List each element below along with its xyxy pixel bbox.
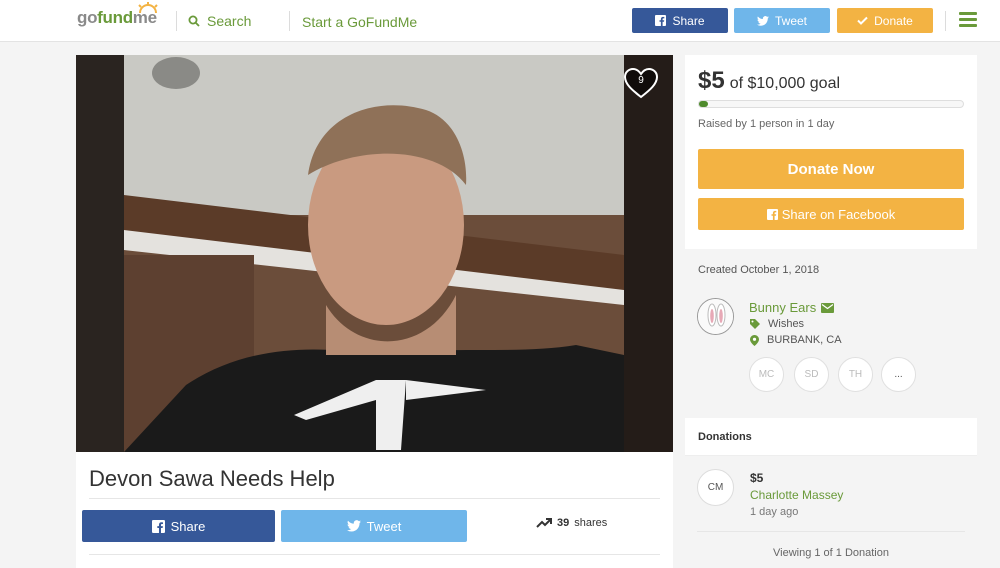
facebook-icon	[655, 15, 667, 26]
location-label: BURBANK, CA	[767, 334, 842, 346]
facebook-icon	[766, 208, 778, 220]
donations-title: Donations	[698, 431, 752, 443]
divider	[697, 531, 965, 532]
start-gofundme-link[interactable]: Start a GoFundMe	[302, 14, 417, 30]
share-on-facebook-button[interactable]: Share on Facebook	[698, 198, 964, 230]
divider	[89, 498, 660, 499]
top-nav: gofundme Search Start a GoFundMe Share T…	[0, 0, 1000, 42]
donor-avatar: CM	[697, 469, 734, 506]
donation-amount: $5	[750, 471, 764, 485]
campaign-photo	[76, 55, 673, 452]
search-icon	[188, 15, 200, 27]
progress-fill	[699, 101, 709, 107]
organizer-location: BURBANK, CA	[750, 334, 842, 346]
envelope-icon[interactable]	[821, 302, 835, 313]
campaign-photo-illustration	[76, 55, 673, 452]
sun-logo-icon	[138, 2, 158, 14]
twitter-icon	[346, 520, 361, 532]
nav-separator	[945, 11, 946, 31]
gofundme-logo[interactable]: gofundme	[77, 2, 158, 28]
donation-time: 1 day ago	[750, 506, 799, 518]
donations-viewing-count: Viewing 1 of 1 Donation	[773, 547, 889, 559]
header-share-button[interactable]: Share	[632, 8, 728, 33]
shares-number: 39	[557, 517, 570, 529]
organizer-name-link[interactable]: Bunny Ears	[749, 300, 835, 315]
more-supporters-button[interactable]: ...	[881, 357, 916, 392]
search-label: Search	[207, 13, 252, 29]
campaign-share-button[interactable]: Share	[82, 510, 275, 542]
map-pin-icon	[750, 334, 759, 346]
campaign-title: Devon Sawa Needs Help	[89, 466, 335, 491]
check-icon	[857, 16, 868, 25]
trending-icon	[536, 518, 552, 528]
shares-label: shares	[574, 517, 608, 529]
header-tweet-label: Tweet	[774, 13, 807, 28]
organizer-category: Wishes	[750, 318, 804, 330]
share-on-facebook-label: Share on Facebook	[781, 206, 896, 222]
campaign-card: 9 Devon Sawa Needs Help Share Tweet 39 s…	[76, 55, 673, 568]
goal-text: of $10,000 goal	[729, 75, 841, 92]
heart-count: 9	[638, 75, 644, 86]
shares-count: 39 shares	[536, 517, 607, 529]
supporter-avatar[interactable]: SD	[794, 357, 829, 392]
category-label: Wishes	[768, 318, 805, 330]
header-donate-button[interactable]: Donate	[837, 8, 933, 33]
header-share-label: Share	[672, 13, 705, 28]
facebook-icon	[151, 519, 165, 533]
goal-card: $5 of $10,000 goal Raised by 1 person in…	[685, 55, 977, 249]
bunny-ears-image	[698, 299, 733, 334]
campaign-tweet-button[interactable]: Tweet	[281, 510, 467, 542]
twitter-icon	[756, 15, 769, 26]
logo-text-go: go	[77, 8, 98, 27]
header-tweet-button[interactable]: Tweet	[734, 8, 830, 33]
logo-text-fund: fund	[97, 8, 133, 27]
donate-now-button[interactable]: Donate Now	[698, 149, 964, 189]
search-link[interactable]: Search	[188, 13, 251, 29]
organizer-avatar[interactable]	[697, 298, 734, 335]
donations-header: Donations	[685, 418, 977, 456]
hamburger-icon[interactable]	[959, 12, 977, 27]
supporter-avatar[interactable]: MC	[749, 357, 784, 392]
tag-icon	[750, 319, 760, 329]
nav-separator	[289, 11, 290, 31]
campaign-share-label: Share	[170, 518, 206, 534]
header-donate-label: Donate	[874, 13, 913, 28]
raised-by-text: Raised by 1 person in 1 day	[698, 118, 835, 130]
divider	[89, 554, 660, 555]
progress-bar	[698, 100, 964, 108]
supporter-avatar[interactable]: TH	[838, 357, 873, 392]
donor-name[interactable]: Charlotte Massey	[750, 488, 843, 502]
nav-separator	[176, 11, 177, 31]
created-date: Created October 1, 2018	[698, 264, 820, 276]
organizer-name: Bunny Ears	[749, 300, 817, 315]
raised-summary: $5 of $10,000 goal	[698, 67, 840, 95]
raised-amount: $5	[698, 67, 725, 94]
campaign-tweet-label: Tweet	[366, 518, 402, 534]
